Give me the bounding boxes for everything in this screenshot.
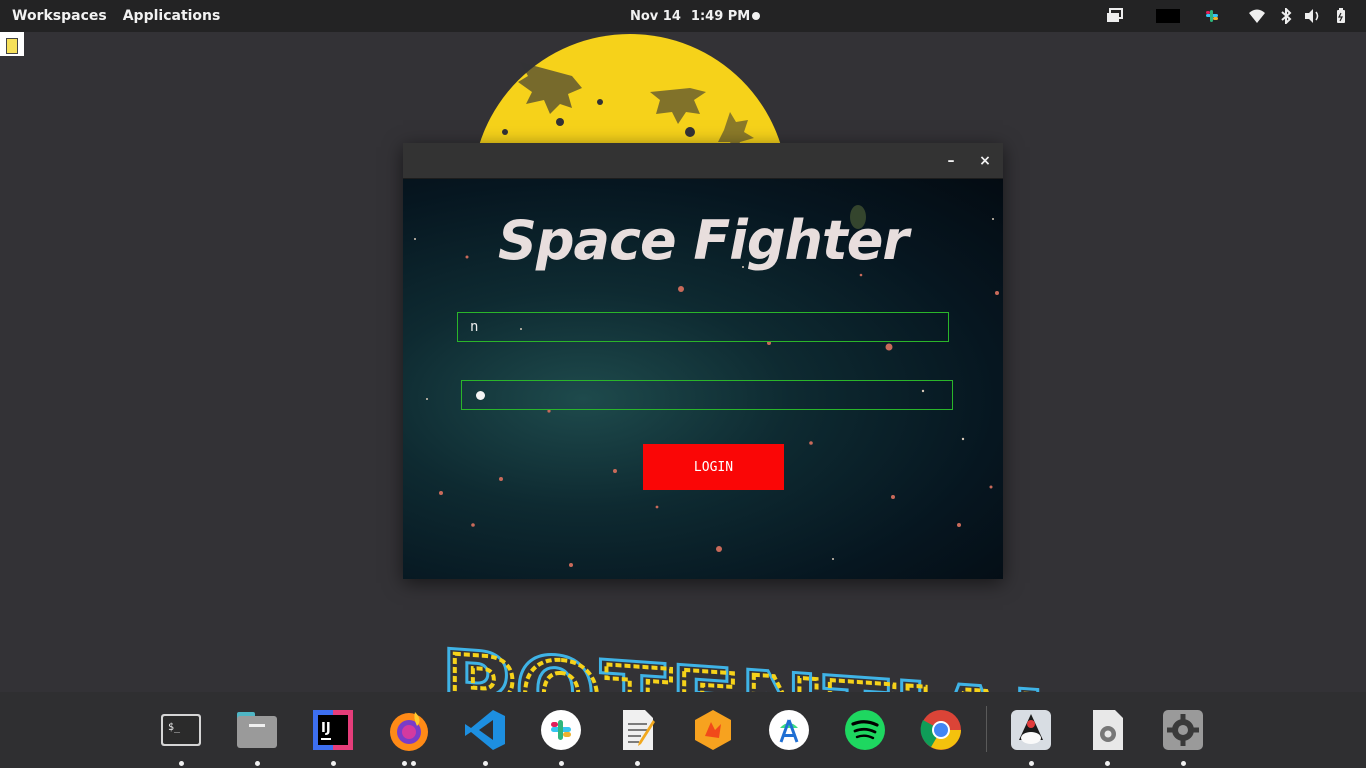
running-indicator: [1029, 761, 1034, 766]
battery-icon[interactable]: [1336, 8, 1346, 24]
date-text: Nov 14: [630, 8, 681, 24]
volume-icon[interactable]: [1304, 8, 1322, 24]
workspaces-button[interactable]: Workspaces: [12, 8, 107, 24]
game-window: – × Space Fighter n LOGIN: [403, 143, 1003, 579]
running-indicator: [1105, 761, 1110, 766]
close-button[interactable]: ×: [975, 151, 995, 171]
running-indicator: [255, 761, 260, 766]
running-indicator: [635, 761, 640, 766]
slack-tray-icon[interactable]: [1204, 8, 1220, 24]
running-indicator: [411, 761, 416, 766]
applications-button[interactable]: Applications: [123, 8, 221, 24]
running-indicator: [402, 761, 407, 766]
spotify-app-icon[interactable]: [843, 708, 887, 752]
notification-dot-icon: [752, 12, 760, 20]
bluetooth-icon[interactable]: [1280, 8, 1292, 24]
intellij-app-icon[interactable]: IJ: [311, 708, 355, 752]
running-indicator: [483, 761, 488, 766]
time-text: 1:49 PM: [690, 8, 751, 24]
username-value: n: [470, 319, 479, 335]
top-bar: Workspaces Applications Nov 14 1:49 PM: [0, 0, 1366, 32]
postman-app-icon[interactable]: [691, 708, 735, 752]
wifi-icon[interactable]: [1248, 8, 1266, 24]
desktop-note-icon[interactable]: [0, 32, 24, 56]
password-mask-dot: [476, 390, 485, 400]
text-editor-app-icon[interactable]: [615, 708, 659, 752]
vscode-app-icon[interactable]: [463, 708, 507, 752]
dock: $_ IJ: [0, 692, 1366, 768]
running-indicator: [179, 761, 184, 766]
firefox-app-icon[interactable]: [387, 708, 431, 752]
color-swatch-icon[interactable]: [1156, 9, 1180, 23]
clock[interactable]: Nov 14 1:49 PM: [630, 0, 750, 32]
window-titlebar[interactable]: – ×: [403, 143, 1003, 179]
login-screen: Space Fighter n LOGIN: [403, 179, 1003, 579]
game-title: Space Fighter: [498, 209, 909, 272]
terminal-app-icon[interactable]: $_: [159, 708, 203, 752]
password-input[interactable]: [461, 380, 953, 410]
dock-separator: [986, 706, 987, 752]
running-indicator: [559, 761, 564, 766]
android-studio-app-icon[interactable]: [767, 708, 811, 752]
svg-text:$_: $_: [168, 722, 181, 733]
screen-share-icon[interactable]: [1106, 8, 1124, 24]
running-indicator: [331, 761, 336, 766]
svg-text:IJ: IJ: [321, 721, 331, 736]
slack-app-icon[interactable]: [539, 708, 583, 752]
running-indicator: [1181, 761, 1186, 766]
settings-app-icon[interactable]: [1161, 708, 1205, 752]
files-app-icon[interactable]: [235, 708, 279, 752]
chrome-app-icon[interactable]: [919, 708, 963, 752]
wallpaper-text: POTENTIAL: [446, 634, 1082, 692]
java-config-app-icon[interactable]: [1085, 708, 1129, 752]
java-app-icon[interactable]: [1009, 708, 1053, 752]
username-input[interactable]: n: [457, 312, 949, 342]
login-button[interactable]: LOGIN: [643, 444, 784, 490]
minimize-button[interactable]: –: [941, 151, 961, 171]
